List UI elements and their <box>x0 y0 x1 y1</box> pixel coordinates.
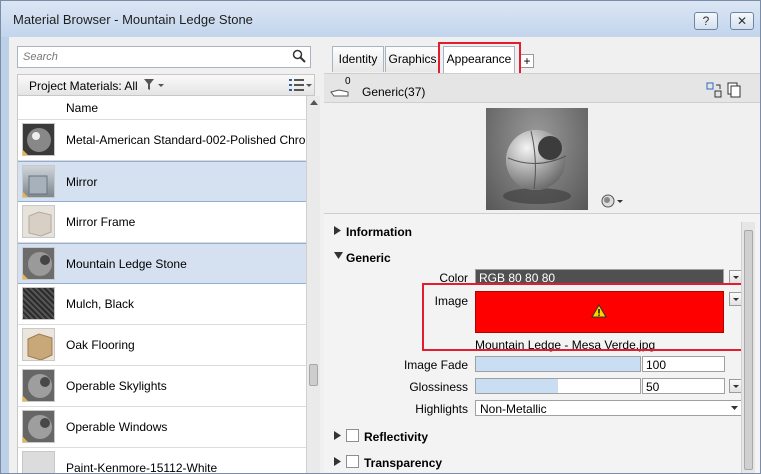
list-item[interactable]: Operable Windows <box>18 407 306 448</box>
dialog-body: Search Project Materials: All Name Metal… <box>9 37 760 474</box>
material-list: Name Metal-American Standard-002-Polishe… <box>17 96 306 474</box>
list-item-label: Mountain Ledge Stone <box>66 257 187 271</box>
properties-scrollbar-thumb[interactable] <box>744 230 753 470</box>
tab-identity[interactable]: Identity <box>332 46 384 72</box>
glossiness-field[interactable]: 50 <box>642 378 725 394</box>
material-browser-window: Material Browser - Mountain Ledge Stone … <box>0 0 761 474</box>
section-reflectivity-label: Reflectivity <box>364 430 429 444</box>
reflectivity-checkbox[interactable] <box>346 429 359 442</box>
section-reflectivity[interactable]: Reflectivity <box>324 424 750 448</box>
section-information[interactable]: Information <box>324 219 750 243</box>
expand-icon[interactable] <box>334 457 342 466</box>
search-input[interactable]: Search <box>17 46 311 68</box>
list-header[interactable]: Name <box>18 96 306 120</box>
scroll-up-icon[interactable] <box>310 100 318 105</box>
search-placeholder: Search <box>23 51 58 63</box>
list-item[interactable]: Mountain Ledge Stone <box>18 243 306 284</box>
list-item-label: Mulch, Black <box>66 297 135 311</box>
asset-name: Generic(37) <box>362 85 426 99</box>
material-list-panel: Search Project Materials: All Name Metal… <box>17 40 320 474</box>
material-thumbnail <box>22 205 55 238</box>
section-generic[interactable]: Generic <box>324 245 750 269</box>
list-item[interactable]: Oak Flooring <box>18 325 306 366</box>
list-item-label: Operable Windows <box>66 420 168 434</box>
transparency-checkbox[interactable] <box>346 455 359 468</box>
material-thumbnail <box>22 369 55 402</box>
image-fade-field[interactable]: 100 <box>642 356 725 372</box>
glossiness-label: Glossiness <box>409 380 468 394</box>
list-item-label: Metal-American Standard-002-Polished Chr… <box>66 133 306 147</box>
title-bar: Material Browser - Mountain Ledge Stone … <box>1 1 760 37</box>
material-thumbnail <box>22 123 55 156</box>
name-column-header: Name <box>66 101 99 115</box>
section-transparency[interactable]: Transparency <box>324 450 750 473</box>
list-item-label: Paint-Kenmore-15112-White <box>66 461 218 474</box>
help-button[interactable]: ? <box>694 12 718 30</box>
material-thumbnail <box>22 287 55 320</box>
image-fade-value: 100 <box>646 358 667 372</box>
properties-panel: Information Generic Color RGB 80 80 80 I… <box>324 213 760 473</box>
section-information-label: Information <box>346 225 412 239</box>
material-thumbnail <box>22 165 55 198</box>
filter-label[interactable]: Project Materials: All <box>29 79 138 93</box>
expand-icon[interactable] <box>334 431 342 440</box>
search-icon[interactable] <box>292 49 306 63</box>
asset-bar: 0 Generic(37) <box>324 73 760 103</box>
highlights-label: Highlights <box>415 402 468 416</box>
glossiness-slider[interactable] <box>475 378 641 394</box>
section-transparency-label: Transparency <box>364 456 443 470</box>
scrollbar-thumb[interactable] <box>309 364 318 386</box>
list-item[interactable]: Operable Skylights <box>18 366 306 407</box>
list-item-label: Mirror Frame <box>66 215 136 229</box>
section-generic-label: Generic <box>346 251 391 265</box>
glossiness-fill <box>476 379 558 393</box>
material-thumbnail <box>22 410 55 443</box>
replace-asset-icon[interactable] <box>706 82 722 98</box>
preview-area <box>324 103 760 213</box>
material-thumbnail <box>22 247 55 280</box>
list-scrollbar[interactable] <box>306 96 320 473</box>
filter-bar: Project Materials: All <box>17 74 315 96</box>
render-options-icon[interactable] <box>601 193 625 209</box>
list-item-label: Mirror <box>66 175 98 189</box>
asset-usage-count: 0 <box>345 76 351 87</box>
chevron-down-icon <box>731 406 738 410</box>
tab-graphics[interactable]: Graphics <box>385 46 440 72</box>
list-item[interactable]: Paint-Kenmore-15112-White <box>18 448 306 474</box>
add-tab-button[interactable]: + <box>520 54 534 68</box>
highlights-select[interactable]: Non-Metallic <box>475 400 743 416</box>
highlights-value: Non-Metallic <box>480 402 547 416</box>
list-item[interactable]: Metal-American Standard-002-Polished Chr… <box>18 120 306 161</box>
list-view-icon[interactable] <box>288 78 312 92</box>
list-item[interactable]: Mulch, Black <box>18 284 306 325</box>
list-item-label: Oak Flooring <box>66 338 135 352</box>
expand-icon[interactable] <box>334 226 342 235</box>
glossiness-value: 50 <box>646 380 660 394</box>
material-thumbnail <box>22 451 55 473</box>
list-item[interactable]: Mirror Frame <box>18 202 306 243</box>
close-button[interactable]: ✕ <box>730 12 754 30</box>
image-fade-label: Image Fade <box>403 358 468 372</box>
image-fade-slider[interactable] <box>475 356 641 372</box>
material-preview-image <box>486 108 588 210</box>
image-fade-fill <box>476 357 640 371</box>
image-highlight-box <box>422 283 755 351</box>
filter-funnel-icon[interactable] <box>143 78 165 92</box>
list-item[interactable]: Mirror <box>18 161 306 202</box>
properties-scrollbar[interactable] <box>741 222 755 473</box>
collapse-icon[interactable] <box>334 252 343 260</box>
list-item-label: Operable Skylights <box>66 379 167 393</box>
window-title: Material Browser - Mountain Ledge Stone <box>13 12 253 27</box>
material-thumbnail <box>22 328 55 361</box>
material-editor-panel: Identity Graphics Appearance + 0 Generic… <box>324 40 760 473</box>
duplicate-asset-icon[interactable] <box>726 82 742 98</box>
